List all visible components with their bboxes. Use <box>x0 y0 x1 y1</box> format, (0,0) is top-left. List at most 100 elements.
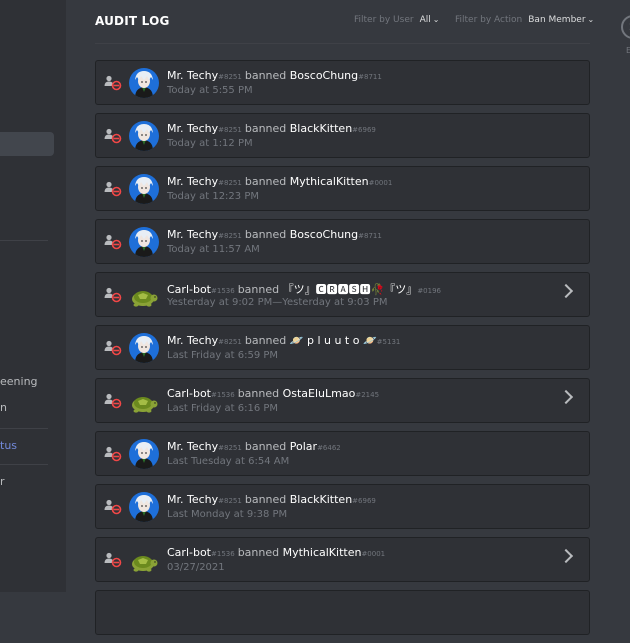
action-verb: banned <box>244 228 287 241</box>
entry-timestamp: Today at 12:23 PM <box>167 191 259 202</box>
target-name[interactable]: BlackKitten <box>290 122 352 135</box>
entry-summary: Carl-bot#1536 banned OstaEluLmao#2145 <box>167 387 382 400</box>
audit-log-entry[interactable]: Mr. Techy#8251 banned BlackKitten#6969 To… <box>95 113 590 158</box>
entry-summary: Mr. Techy#8251 banned BlackKitten#6969 <box>167 122 379 135</box>
action-verb: banned <box>244 334 287 347</box>
target-discriminator: #0196 <box>417 287 441 295</box>
actor-discriminator: #8251 <box>218 232 242 240</box>
chevron-right-icon[interactable] <box>558 283 574 299</box>
avatar-mr-techy[interactable] <box>129 121 159 151</box>
target-discriminator: #6969 <box>352 497 376 505</box>
sidebar-item-user-management[interactable]: r <box>0 475 5 488</box>
sidebar-item-member-screening[interactable]: eening <box>0 375 38 388</box>
entry-summary: Mr. Techy#8251 banned 🪐 p l u u t o 🪐#513… <box>167 334 403 347</box>
avatar-mr-techy[interactable] <box>129 174 159 204</box>
member-ban-icon <box>104 128 122 144</box>
audit-log-entry[interactable]: Mr. Techy#8251 banned 🪐 p l u u t o 🪐#513… <box>95 325 590 370</box>
actor-discriminator: #8251 <box>218 338 242 346</box>
sidebar-item-community-status[interactable]: tus <box>0 439 17 452</box>
action-verb: banned <box>237 546 280 559</box>
actor-name[interactable]: Mr. Techy <box>167 175 218 188</box>
chevron-right-icon[interactable] <box>558 548 574 564</box>
entry-timestamp: Yesterday at 9:02 PM—Yesterday at 9:03 P… <box>167 297 388 308</box>
actor-discriminator: #1536 <box>211 287 235 295</box>
entry-timestamp: 03/27/2021 <box>167 562 225 573</box>
entry-timestamp: Last Monday at 9:38 PM <box>167 509 288 520</box>
close-button[interactable]: ✕ <box>621 15 630 39</box>
chevron-right-icon[interactable] <box>558 389 574 405</box>
member-ban-icon <box>104 181 122 197</box>
chevron-down-icon: ⌄ <box>432 15 440 24</box>
actor-discriminator: #8251 <box>218 126 242 134</box>
avatar-mr-techy[interactable] <box>129 227 159 257</box>
actor-name[interactable]: Mr. Techy <box>167 440 218 453</box>
audit-log-entry[interactable]: Mr. Techy#8251 banned BlackKitten#6969 La… <box>95 484 590 529</box>
target-name[interactable]: 🪐 p l u u t o 🪐 <box>290 334 377 347</box>
audit-log-entry[interactable]: Mr. Techy#8251 banned Polar#6462 Last Tue… <box>95 431 590 476</box>
avatar-carl-bot[interactable] <box>129 280 159 310</box>
actor-name[interactable]: Mr. Techy <box>167 334 218 347</box>
filter-action-value[interactable]: Ban Member <box>528 15 585 25</box>
actor-name[interactable]: Mr. Techy <box>167 493 218 506</box>
member-ban-icon <box>104 499 122 515</box>
audit-log-panel: AUDIT LOG Filter by User All ⌄ Filter by A… <box>66 0 630 635</box>
target-name[interactable]: 『ツ』🅲🆁🅰🆂🅷🥀『ツ』 <box>283 283 418 296</box>
esc-label: E <box>626 46 630 55</box>
action-verb: banned <box>244 493 287 506</box>
filter-action-label: Filter by Action <box>455 15 523 25</box>
target-name[interactable]: BoscoChung <box>290 228 358 241</box>
actor-name[interactable]: Mr. Techy <box>167 228 218 241</box>
actor-name[interactable]: Carl-bot <box>167 387 211 400</box>
avatar-carl-bot[interactable] <box>129 386 159 416</box>
actor-name[interactable]: Mr. Techy <box>167 69 218 82</box>
avatar-mr-techy[interactable] <box>129 492 159 522</box>
action-verb: banned <box>244 69 287 82</box>
filter-by-action[interactable]: Filter by Action Ban Member ⌄ <box>455 15 594 25</box>
target-name[interactable]: OstaEluLmao <box>283 387 356 400</box>
page-title: AUDIT LOG <box>95 14 170 28</box>
sidebar-divider <box>0 240 48 241</box>
filter-by-user[interactable]: Filter by User All ⌄ <box>354 15 439 25</box>
sidebar-divider <box>0 428 48 429</box>
member-ban-icon <box>104 234 122 250</box>
sidebar-item-active[interactable] <box>0 132 54 156</box>
actor-discriminator: #8251 <box>218 179 242 187</box>
actor-discriminator: #8251 <box>218 73 242 81</box>
audit-log-entry[interactable]: Mr. Techy#8251 banned BoscoChung#8711 Tod… <box>95 60 590 105</box>
entry-summary: Mr. Techy#8251 banned Polar#6462 <box>167 440 344 453</box>
target-discriminator: #0001 <box>361 550 386 558</box>
target-name[interactable]: BoscoChung <box>290 69 358 82</box>
target-discriminator: #6462 <box>317 444 341 452</box>
audit-log-entry[interactable]: Mr. Techy#8251 banned MythicalKitten#0001… <box>95 166 590 211</box>
target-name[interactable]: MythicalKitten <box>290 175 369 188</box>
entry-timestamp: Today at 5:55 PM <box>167 85 253 96</box>
avatar-carl-bot[interactable] <box>129 545 159 575</box>
sidebar-divider <box>0 464 48 465</box>
target-discriminator: #5131 <box>376 338 401 346</box>
audit-log-entry[interactable]: Carl-bot#1536 banned MythicalKitten#0001 … <box>95 537 590 582</box>
entry-summary: Mr. Techy#8251 banned BlackKitten#6969 <box>167 493 379 506</box>
audit-log-entry[interactable] <box>95 590 590 635</box>
filter-user-label: Filter by User <box>354 15 414 25</box>
filter-user-value[interactable]: All <box>420 15 431 25</box>
audit-log-entry[interactable]: Carl-bot#1536 banned OstaEluLmao#2145 Las… <box>95 378 590 423</box>
avatar-mr-techy[interactable] <box>129 333 159 363</box>
entry-summary: Carl-bot#1536 banned MythicalKitten#0001 <box>167 546 388 559</box>
avatar-mr-techy[interactable] <box>129 68 159 98</box>
target-name[interactable]: BlackKitten <box>290 493 352 506</box>
sidebar-item-welcome-screen[interactable]: n <box>0 401 7 414</box>
target-name[interactable]: Polar <box>290 440 317 453</box>
action-verb: banned <box>237 283 280 296</box>
target-name[interactable]: MythicalKitten <box>283 546 362 559</box>
action-verb: banned <box>237 387 280 400</box>
audit-log-entry[interactable]: Mr. Techy#8251 banned BoscoChung#8711 Tod… <box>95 219 590 264</box>
audit-log-entry[interactable]: Carl-bot#1536 banned 『ツ』🅲🆁🅰🆂🅷🥀『ツ』#0196 Ye… <box>95 272 590 317</box>
entry-timestamp: Today at 1:12 PM <box>167 138 253 149</box>
actor-name[interactable]: Mr. Techy <box>167 122 218 135</box>
target-discriminator: #2145 <box>355 391 380 399</box>
target-discriminator: #0001 <box>368 179 393 187</box>
actor-name[interactable]: Carl-bot <box>167 283 211 296</box>
member-ban-icon <box>104 287 122 303</box>
actor-name[interactable]: Carl-bot <box>167 546 211 559</box>
avatar-mr-techy[interactable] <box>129 439 159 469</box>
